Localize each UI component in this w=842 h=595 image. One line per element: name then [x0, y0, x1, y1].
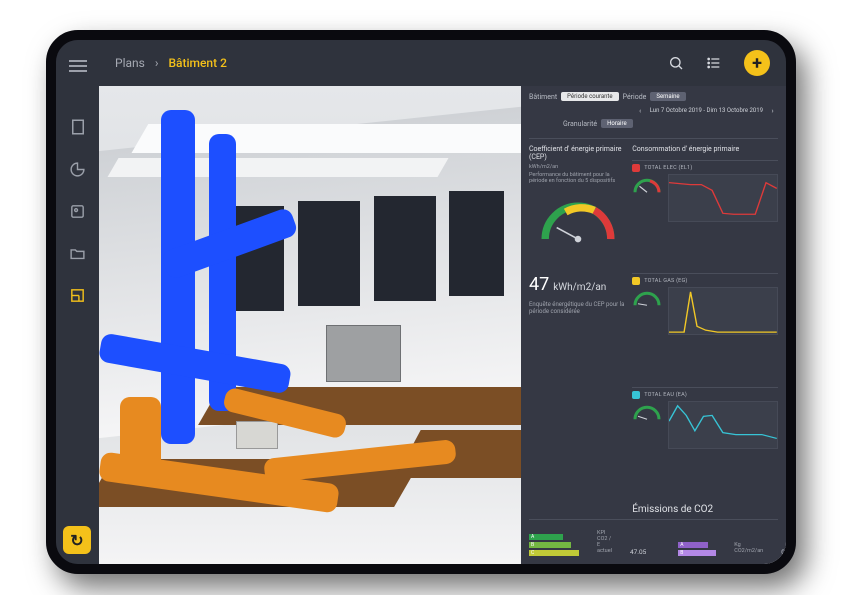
list-icon — [706, 55, 722, 71]
sidebar-item-analytics[interactable] — [64, 155, 92, 183]
plus-icon: + — [752, 53, 762, 74]
kpi-value-left: 47.05 — [630, 548, 646, 556]
series-name-1: TOTAL GAS (EG) — [644, 278, 687, 284]
tablet-frame: ↻ Plans › Bâtiment 2 + — [46, 30, 796, 574]
panel-controls: Bâtiment Période courante Période Semain… — [529, 92, 778, 116]
cep-footnote: Enquête énergétique du CEP pour la pério… — [529, 301, 626, 315]
footer-kpis: ABC KPI CO2 / E actuel 47.05 A B Kg CO2/… — [529, 530, 778, 556]
main: Plans › Bâtiment 2 + — [99, 40, 786, 564]
kpi-value-right: 0.76 — [781, 548, 786, 556]
gran-label: Granularité — [563, 120, 597, 128]
mini-gauge-2 — [632, 401, 662, 421]
topbar: Plans › Bâtiment 2 + — [99, 40, 786, 86]
list-button[interactable] — [704, 53, 724, 73]
cep-value: 47 — [529, 274, 549, 295]
add-button[interactable]: + — [744, 50, 770, 76]
search-button[interactable] — [666, 53, 686, 73]
refresh-icon: ↻ — [70, 531, 83, 550]
chart-gas[interactable] — [668, 287, 778, 335]
conso-title: Consommation d' énergie primaire — [632, 145, 778, 153]
sidebar-item-plans[interactable] — [64, 281, 92, 309]
mini-gauge-0 — [632, 174, 662, 194]
cep-sub: Performance du bâtiment pour la période … — [529, 172, 626, 184]
breadcrumb-leaf[interactable]: Bâtiment 2 — [168, 56, 226, 70]
date-range: Lun 7 Octobre 2019 - Dim 13 Octobre 2019 — [650, 107, 763, 114]
cep-title: Coefficient d' énergie primaire (CEP) — [529, 145, 626, 161]
cep-unit-label: kWh/m2/an — [529, 164, 626, 170]
cep-value-unit: kWh/m2/an — [553, 282, 606, 293]
breadcrumb-root[interactable]: Plans — [115, 56, 145, 70]
mini-gauge-1 — [632, 287, 662, 307]
pie-icon — [69, 161, 86, 178]
building-label: Bâtiment — [529, 93, 557, 101]
conso-column: Consommation d' énergie primaire TOTAL E… — [632, 145, 778, 515]
sidebar-item-files[interactable] — [64, 239, 92, 267]
sidebar-item-buildings[interactable] — [64, 113, 92, 141]
series-name-2: TOTAL EAU (EA) — [644, 392, 687, 398]
energy-band-left: ABC — [529, 534, 579, 556]
period-select[interactable]: Période courante — [561, 92, 618, 101]
bim-viewport[interactable]: Bâtiment Période courante Période Semain… — [99, 86, 786, 564]
weekly-select[interactable]: Semaine — [650, 92, 685, 101]
floorplan-icon — [69, 287, 86, 304]
prev-period-button[interactable]: ‹ — [635, 105, 646, 116]
breadcrumb-sep: › — [155, 56, 159, 70]
refresh-button[interactable]: ↻ — [63, 526, 91, 554]
co2-title: Émissions de CO2 — [632, 504, 778, 515]
chart-water[interactable] — [668, 401, 778, 449]
kpi-label-left: KPI CO2 / E actuel — [597, 530, 612, 554]
folder-icon — [69, 245, 86, 262]
chart-elec[interactable] — [668, 174, 778, 222]
menu-icon[interactable] — [69, 60, 87, 72]
series-name-0: TOTAL ELEC (EL1) — [644, 165, 692, 171]
building-icon — [69, 118, 87, 136]
cep-gauge — [537, 198, 619, 244]
gran-select[interactable]: Horaire — [601, 119, 633, 128]
data-panel: Bâtiment Période courante Période Semain… — [521, 86, 786, 564]
search-icon — [668, 55, 684, 71]
kpi-label-right: Kg CO2/m2/an — [734, 542, 763, 554]
sidebar: ↻ — [56, 40, 99, 564]
sidebar-item-images[interactable] — [64, 197, 92, 225]
next-period-button[interactable]: › — [767, 105, 778, 116]
energy-band-right: A B — [678, 542, 716, 556]
image-icon — [69, 203, 86, 220]
period-label: Période — [623, 93, 647, 101]
cep-column: Coefficient d' énergie primaire (CEP) kW… — [529, 145, 626, 515]
